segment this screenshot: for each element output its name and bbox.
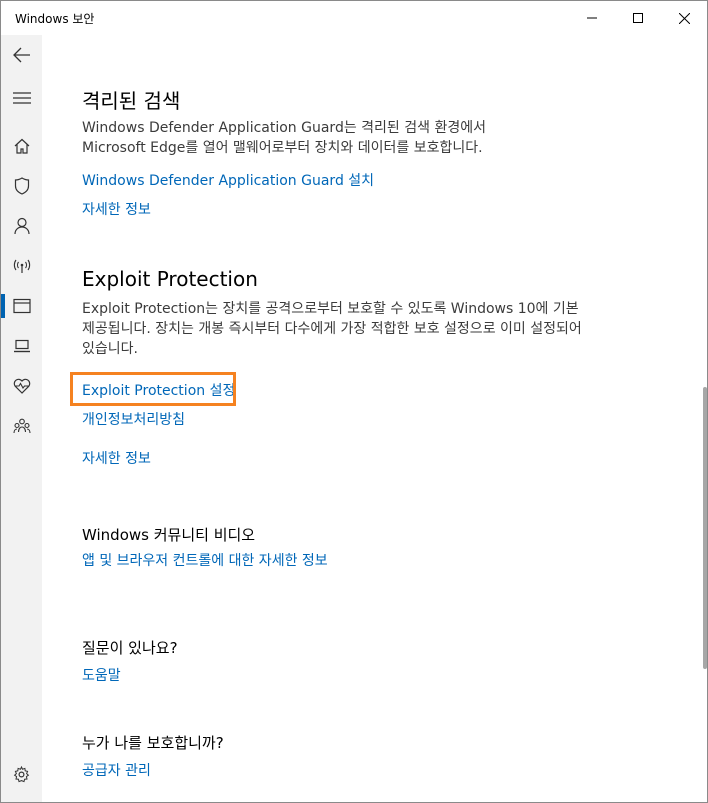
windows-security-window: Windows 보안 격리된 검색 Windows Defender Appli… [0,0,708,803]
back-button[interactable] [1,35,42,75]
highlight-box [70,372,236,406]
protector-heading: 누가 나를 보호합니까? [82,734,224,752]
family-icon [12,418,31,434]
manage-providers-link[interactable]: 공급자 관리 [82,760,151,780]
isolated-browsing-description: Windows Defender Application Guard는 격리된 … [82,120,486,156]
questions-heading: 질문이 있나요? [82,639,178,657]
wireless-icon [13,259,30,273]
isolated-browsing-heading: 격리된 검색 [82,89,181,113]
nav-device-performance-health[interactable] [1,366,42,406]
nav-device-security[interactable] [1,326,42,366]
nav-app-browser-control[interactable] [1,286,42,326]
nav-account-protection[interactable] [1,206,42,246]
title-bar: Windows 보안 [1,1,707,35]
nav-family-options[interactable] [1,406,42,446]
laptop-icon [13,339,30,353]
home-icon [14,138,29,154]
nav-home[interactable] [1,126,42,166]
isolated-browsing-more-info-link[interactable]: 자세한 정보 [82,199,151,219]
maximize-icon [633,13,643,23]
close-button[interactable] [661,1,707,35]
community-videos-link[interactable]: 앱 및 브라우저 컨트롤에 대한 자세한 정보 [82,552,332,571]
nav-settings[interactable] [1,754,42,794]
privacy-statement-link[interactable]: 개인정보처리방침 [82,409,185,429]
menu-button[interactable] [1,78,42,118]
scrollbar-thumb[interactable] [703,387,707,669]
maximize-button[interactable] [615,1,661,35]
close-icon [678,12,690,24]
window-title: Windows 보안 [15,12,95,26]
gear-icon [13,765,30,782]
install-application-guard-link[interactable]: Windows Defender Application Guard 설치 [82,170,374,190]
minimize-icon [587,17,597,19]
exploit-protection-heading: Exploit Protection [82,267,258,291]
back-icon [12,47,30,63]
nav-virus-protection[interactable] [1,166,42,206]
main-content: 격리된 검색 Windows Defender Application Guar… [82,35,642,802]
app-browser-icon [12,298,31,314]
nav-firewall-network[interactable] [1,246,42,286]
heart-pulse-icon [13,378,30,394]
exploit-protection-description: Exploit Protection는 장치를 공격으로부터 보호할 수 있도록… [82,301,582,357]
navigation-rail [1,35,42,802]
shield-icon [14,177,29,195]
help-link[interactable]: 도움말 [82,665,121,685]
exploit-protection-more-info-link[interactable]: 자세한 정보 [82,448,151,468]
minimize-button[interactable] [569,1,615,35]
menu-icon [12,92,31,104]
community-videos-heading: Windows 커뮤니티 비디오 [82,526,256,544]
person-icon [13,217,30,235]
